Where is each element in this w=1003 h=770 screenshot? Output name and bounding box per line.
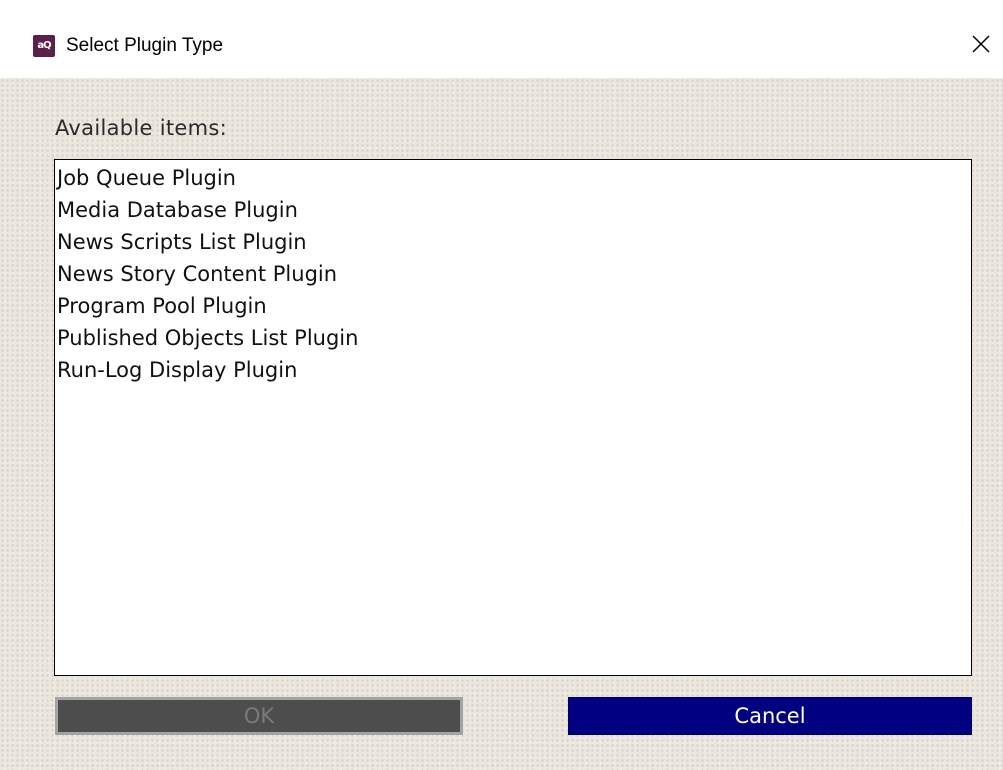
title-bar: aQ Select Plugin Type bbox=[0, 0, 1003, 78]
cancel-button[interactable]: Cancel bbox=[568, 697, 972, 735]
available-items-list[interactable]: Job Queue Plugin Media Database Plugin N… bbox=[54, 159, 972, 676]
list-item-media-database-plugin[interactable]: Media Database Plugin bbox=[57, 194, 298, 226]
available-items-label: Available items: bbox=[55, 116, 227, 140]
list-item-published-objects-list-plugin[interactable]: Published Objects List Plugin bbox=[57, 322, 358, 354]
dialog-body: Available items: Job Queue Plugin Media … bbox=[0, 78, 1003, 770]
close-button[interactable] bbox=[962, 24, 1000, 66]
list-item-run-log-display-plugin[interactable]: Run-Log Display Plugin bbox=[57, 354, 297, 386]
list-item-news-story-content-plugin[interactable]: News Story Content Plugin bbox=[57, 258, 337, 290]
select-plugin-type-dialog: aQ Select Plugin Type Available items: J… bbox=[0, 0, 1003, 770]
close-icon bbox=[972, 35, 990, 53]
list-item-news-scripts-list-plugin[interactable]: News Scripts List Plugin bbox=[57, 226, 307, 258]
list-item-program-pool-plugin[interactable]: Program Pool Plugin bbox=[57, 290, 267, 322]
list-item-job-queue-plugin[interactable]: Job Queue Plugin bbox=[57, 162, 236, 194]
window-title: Select Plugin Type bbox=[66, 35, 224, 56]
app-icon: aQ bbox=[33, 35, 55, 57]
ok-button[interactable]: OK bbox=[55, 697, 463, 735]
